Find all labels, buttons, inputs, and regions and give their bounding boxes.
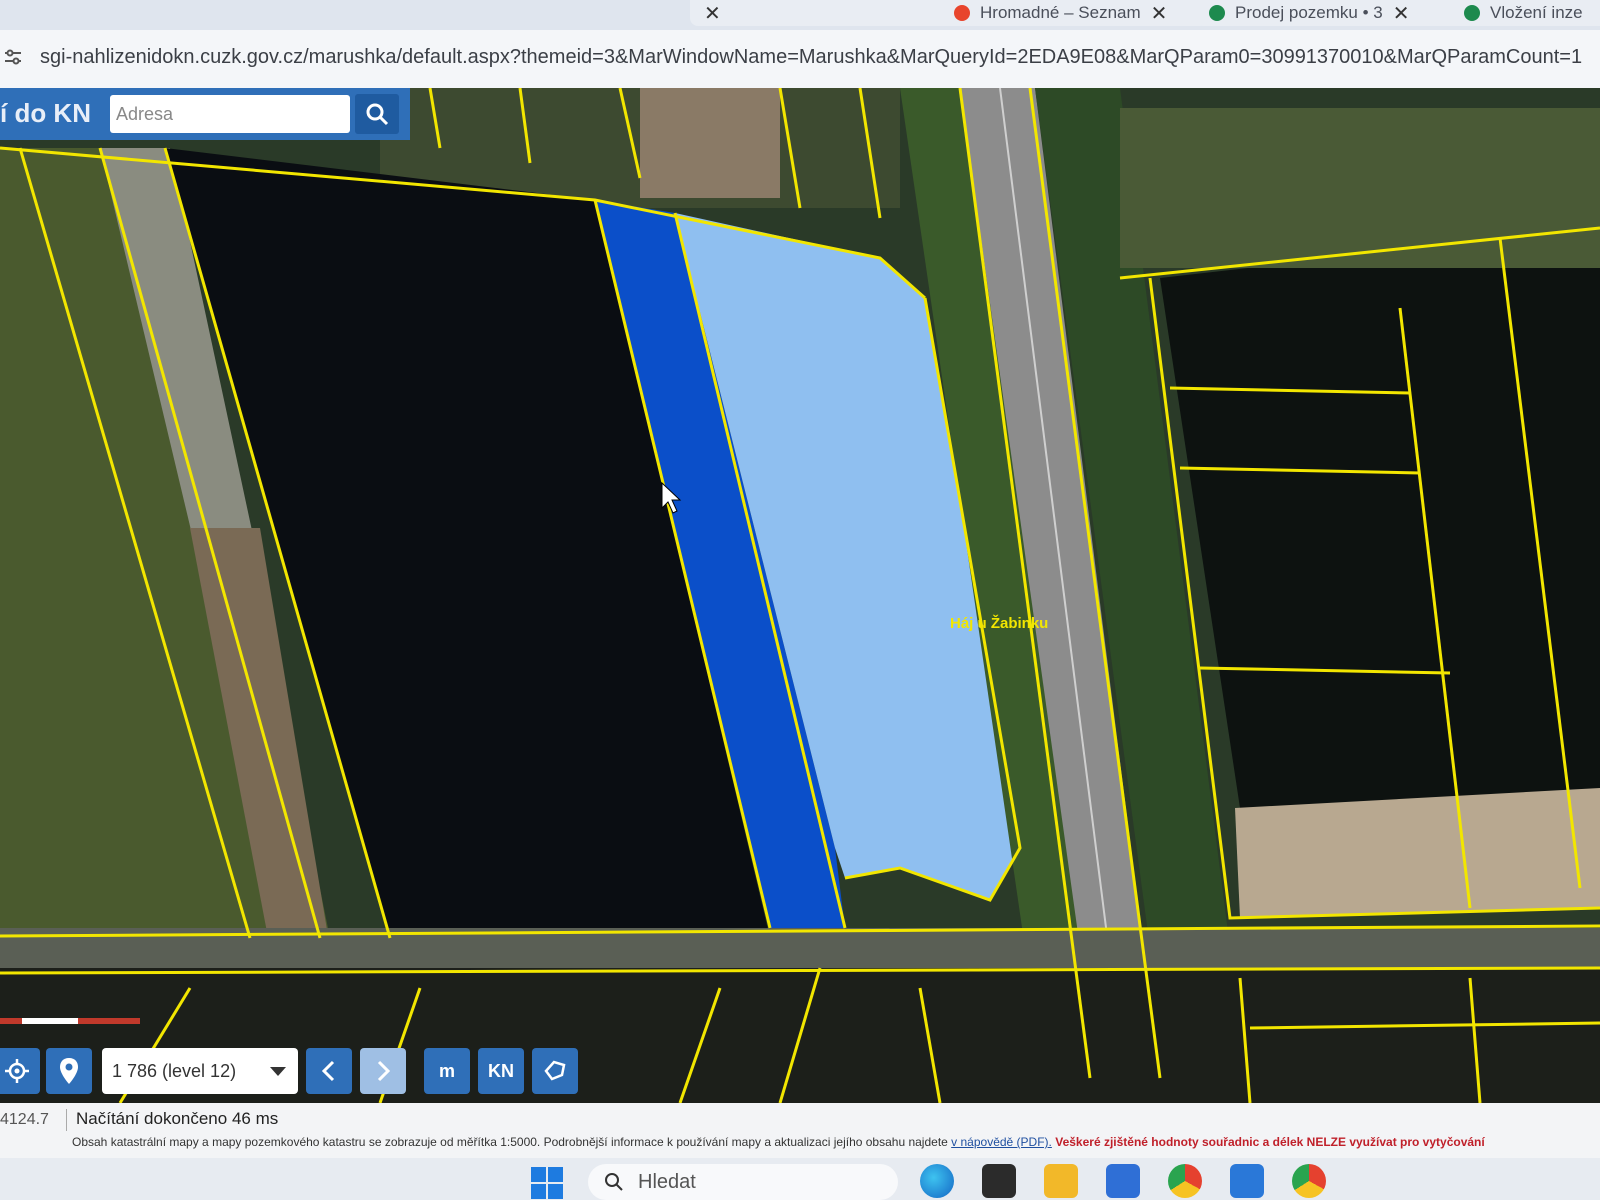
map-pin-icon	[1209, 5, 1225, 21]
help-pdf-link[interactable]: v nápovědě (PDF).	[951, 1135, 1052, 1149]
scale-bar-segment	[22, 1018, 78, 1024]
browser-tab[interactable]: Hromadné – Seznam ✕	[940, 0, 1208, 26]
bare-field-east	[1235, 788, 1600, 918]
search-icon	[605, 1173, 623, 1191]
edge-icon[interactable]	[920, 1164, 954, 1198]
map-canvas[interactable]: Háj u Žabinku	[0, 88, 1600, 1103]
chevron-down-icon	[270, 1067, 286, 1076]
taskbar-search[interactable]: Hledat	[588, 1164, 898, 1200]
url-text[interactable]: sgi-nahlizenidokn.cuzk.gov.cz/marushka/d…	[40, 46, 1582, 69]
search-button[interactable]	[355, 94, 399, 134]
field-patch	[640, 88, 780, 198]
close-icon[interactable]: ✕	[1393, 1, 1410, 26]
scale-bar	[0, 1018, 140, 1024]
close-icon[interactable]: ✕	[1151, 1, 1168, 26]
store-icon[interactable]	[1106, 1164, 1140, 1198]
address-bar[interactable]: sgi-nahlizenidokn.cuzk.gov.cz/marushka/d…	[0, 30, 1600, 88]
kn-label: KN	[488, 1060, 514, 1081]
scale-select[interactable]: 1 786 (level 12)	[102, 1048, 298, 1094]
seznam-icon	[954, 5, 970, 21]
browser-tab-bar: ✕ Hromadné – Seznam ✕ Prodej pozemku • 3…	[0, 0, 1600, 30]
file-explorer-icon[interactable]	[1044, 1164, 1078, 1198]
map-disclaimer: Obsah katastrální mapy a mapy pozemkovéh…	[72, 1135, 1485, 1149]
meadow-northeast	[1120, 108, 1600, 268]
marker-button[interactable]	[46, 1048, 92, 1094]
map-pin-icon	[1464, 5, 1480, 21]
tab-label: Vložení inze	[1490, 3, 1583, 22]
kn-button[interactable]: KN	[478, 1048, 524, 1094]
cadastral-map[interactable]: Háj u Žabinku	[0, 88, 1600, 1103]
select-shape-icon	[544, 1060, 566, 1081]
scale-value: 1 786 (level 12)	[112, 1061, 237, 1081]
coordinate-readout: 4124.7	[0, 1111, 49, 1128]
next-view-button[interactable]	[360, 1048, 406, 1094]
browser-tab[interactable]: Vložení inze	[1450, 0, 1600, 26]
measure-icon: m	[438, 1060, 455, 1081]
mail-icon[interactable]	[1230, 1164, 1264, 1198]
chrome-icon[interactable]	[1168, 1164, 1202, 1198]
measure-button[interactable]: m	[424, 1048, 470, 1094]
locate-button[interactable]	[0, 1048, 40, 1094]
taskbar: Hledat	[0, 1158, 1600, 1200]
status-divider	[66, 1109, 67, 1131]
browser-tab[interactable]: ✕	[690, 0, 958, 26]
notion-icon[interactable]	[982, 1164, 1016, 1198]
crosshair-icon	[5, 1059, 29, 1083]
search-icon	[366, 103, 389, 126]
close-icon[interactable]: ✕	[704, 1, 721, 26]
address-search-input[interactable]: Adresa	[110, 95, 350, 133]
loading-status: Načítání dokončeno 46 ms	[76, 1109, 279, 1128]
chevron-left-icon	[321, 1060, 335, 1082]
windows-start-icon[interactable]	[530, 1166, 564, 1200]
taskbar-search-label: Hledat	[638, 1171, 696, 1193]
place-label: Háj u Žabinku	[950, 614, 1048, 632]
disclaimer-warning: Veškeré zjištěné hodnoty souřadnic a dél…	[1055, 1135, 1485, 1149]
select-area-button[interactable]	[532, 1048, 578, 1094]
map-pin-icon	[60, 1058, 78, 1084]
chrome-profile-icon[interactable]	[1292, 1164, 1326, 1198]
app-title: í do KN	[0, 98, 91, 128]
browser-tab[interactable]: Prodej pozemku • 3 ✕	[1195, 0, 1468, 26]
tab-label: Prodej pozemku • 3	[1235, 3, 1383, 22]
status-bar: 4124.7 Načítání dokončeno 46 ms Obsah ka…	[0, 1103, 1600, 1158]
chevron-right-icon	[377, 1060, 391, 1082]
disclaimer-text: Obsah katastrální mapy a mapy pozemkovéh…	[72, 1135, 948, 1149]
previous-view-button[interactable]	[306, 1048, 352, 1094]
site-settings-icon[interactable]	[4, 48, 22, 66]
app-header: í do KN Adresa	[0, 88, 410, 140]
tab-label: Hromadné – Seznam	[980, 3, 1141, 22]
